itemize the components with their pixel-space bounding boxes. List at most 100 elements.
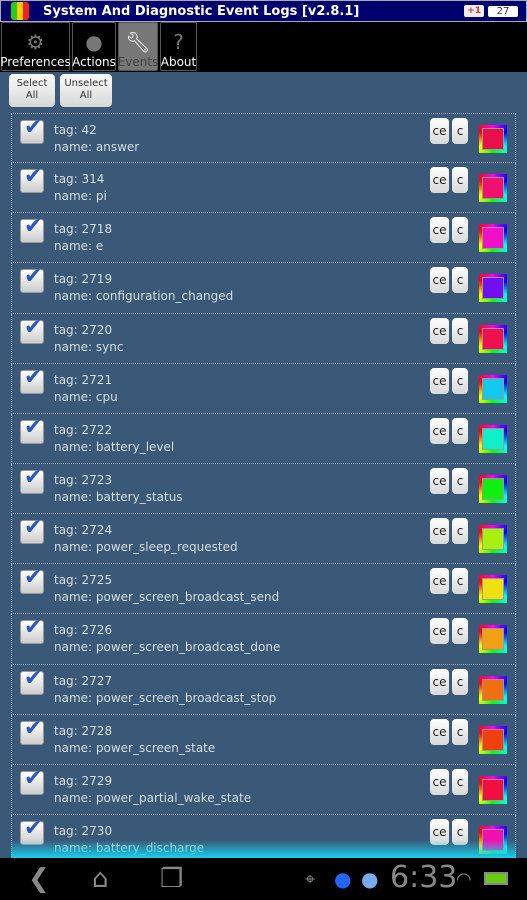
ce-button[interactable]: ce bbox=[430, 167, 449, 194]
c-button[interactable]: c bbox=[452, 467, 468, 494]
scroll-edge-glow bbox=[11, 840, 516, 858]
event-checkbox[interactable]: ✔ bbox=[20, 666, 44, 695]
event-checkbox[interactable]: ✔ bbox=[20, 615, 44, 645]
google-plus-button[interactable]: +1 bbox=[464, 5, 484, 17]
event-checkbox[interactable]: ✔ bbox=[20, 766, 44, 795]
ce-button[interactable]: ce bbox=[430, 768, 449, 795]
color-swatch[interactable] bbox=[479, 525, 507, 554]
tab-preferences[interactable]: ⚙ Preferences bbox=[0, 22, 71, 71]
c-button[interactable]: c bbox=[452, 718, 468, 745]
c-button[interactable]: c bbox=[452, 768, 468, 795]
event-row: ✔ tag: 2724 name: power_sleep_requested c… bbox=[11, 514, 516, 565]
c-button[interactable]: c bbox=[452, 217, 468, 244]
ce-button[interactable]: ce bbox=[430, 317, 449, 344]
c-button[interactable]: c bbox=[452, 118, 468, 144]
ce-button[interactable]: ce bbox=[430, 618, 449, 645]
event-checkbox[interactable]: ✔ bbox=[20, 164, 44, 194]
event-checkbox[interactable]: ✔ bbox=[20, 716, 44, 745]
ce-button[interactable]: ce bbox=[430, 417, 449, 444]
back-icon[interactable]: ❮ bbox=[28, 864, 50, 894]
c-button[interactable]: c bbox=[452, 167, 468, 194]
color-swatch[interactable] bbox=[479, 274, 507, 303]
event-list[interactable]: ✔ tag: 42 name: answer ce c ✔ tag: 314 nam… bbox=[11, 113, 516, 858]
c-button[interactable]: c bbox=[452, 568, 468, 595]
tab-actions[interactable]: ● Actions bbox=[72, 22, 116, 71]
c-button[interactable]: c bbox=[452, 518, 468, 545]
c-button[interactable]: c bbox=[452, 668, 468, 695]
event-checkbox[interactable]: ✔ bbox=[20, 315, 44, 344]
wifi-icon: ◠ bbox=[456, 868, 472, 890]
color-swatch[interactable] bbox=[479, 575, 507, 604]
recent-apps-icon[interactable]: ❐ bbox=[160, 864, 183, 894]
color-swatch[interactable] bbox=[479, 675, 507, 704]
event-tag: tag: 2724 bbox=[54, 523, 113, 538]
event-row: ✔ tag: 2722 name: battery_level ce c bbox=[11, 413, 516, 464]
event-checkbox[interactable]: ✔ bbox=[20, 365, 44, 394]
event-checkbox[interactable]: ✔ bbox=[20, 465, 44, 494]
color-swatch[interactable] bbox=[479, 625, 507, 654]
ce-button[interactable]: ce bbox=[430, 568, 449, 595]
event-row: ✔ tag: 314 name: pi ce c bbox=[11, 163, 516, 214]
event-row: ✔ tag: 2723 name: battery_status ce c bbox=[11, 463, 516, 515]
ce-button[interactable]: ce bbox=[430, 467, 449, 494]
color-swatch[interactable] bbox=[479, 224, 507, 253]
c-button[interactable]: c bbox=[452, 417, 468, 444]
color-fill bbox=[482, 277, 504, 300]
color-swatch[interactable] bbox=[479, 424, 507, 453]
ce-button[interactable]: ce bbox=[430, 718, 449, 745]
event-checkbox[interactable]: ✔ bbox=[20, 214, 44, 244]
event-name: name: power_screen_broadcast_done bbox=[54, 640, 281, 655]
checkmark-icon: ✔ bbox=[24, 515, 43, 541]
event-name: name: configuration_changed bbox=[54, 289, 234, 304]
color-swatch[interactable] bbox=[479, 374, 507, 403]
checkmark-icon: ✔ bbox=[24, 565, 43, 591]
color-swatch[interactable] bbox=[479, 125, 507, 153]
event-info: tag: 2719 name: configuration_changed bbox=[54, 271, 233, 305]
event-info: tag: 2718 name: e bbox=[54, 221, 112, 255]
event-checkbox[interactable]: ✔ bbox=[20, 565, 44, 595]
ce-button[interactable]: ce bbox=[430, 217, 449, 244]
event-name: name: pi bbox=[54, 189, 107, 204]
home-icon[interactable]: ⌂ bbox=[92, 864, 109, 894]
event-checkbox[interactable]: ✔ bbox=[20, 264, 44, 294]
unselect-all-button[interactable]: Unselect All bbox=[60, 74, 112, 107]
event-name: name: power_partial_wake_state bbox=[54, 790, 252, 805]
color-fill bbox=[482, 477, 504, 500]
event-row: ✔ tag: 2729 name: power_partial_wake_stat… bbox=[11, 764, 516, 815]
color-fill bbox=[482, 377, 504, 400]
event-name: name: battery_level bbox=[54, 439, 175, 454]
ce-button[interactable]: ce bbox=[430, 668, 449, 695]
color-swatch[interactable] bbox=[479, 324, 507, 353]
c-button[interactable]: c bbox=[452, 618, 468, 645]
tab-label: About bbox=[160, 55, 197, 69]
c-button[interactable]: c bbox=[452, 267, 468, 294]
event-info: tag: 2727 name: power_screen_broadcast_st… bbox=[54, 673, 276, 707]
event-info: tag: 314 name: pi bbox=[54, 171, 107, 205]
event-tag: tag: 2722 bbox=[54, 422, 113, 437]
notification-icon: ● bbox=[361, 867, 379, 891]
select-all-button[interactable]: Select All bbox=[9, 74, 55, 107]
ce-button[interactable]: ce bbox=[430, 518, 449, 545]
c-button[interactable]: c bbox=[452, 367, 468, 394]
event-name: name: answer bbox=[54, 140, 140, 154]
color-swatch[interactable] bbox=[479, 174, 507, 203]
c-button[interactable]: c bbox=[452, 317, 468, 344]
ce-button[interactable]: ce bbox=[430, 118, 449, 144]
ce-button[interactable]: ce bbox=[430, 267, 449, 294]
event-checkbox[interactable]: ✔ bbox=[20, 515, 44, 545]
event-checkbox[interactable]: ✔ bbox=[20, 115, 44, 144]
event-name: name: power_screen_broadcast_send bbox=[54, 590, 280, 605]
event-checkbox[interactable]: ✔ bbox=[20, 415, 44, 444]
event-tag: tag: 2720 bbox=[54, 322, 113, 337]
event-name: name: cpu bbox=[54, 389, 118, 404]
event-tag: tag: 2728 bbox=[54, 723, 113, 738]
color-swatch[interactable] bbox=[479, 474, 507, 503]
ce-button[interactable]: ce bbox=[430, 367, 449, 394]
color-swatch[interactable] bbox=[479, 775, 507, 804]
color-swatch[interactable] bbox=[479, 725, 507, 754]
tab-events[interactable]: 🔧︎ Events bbox=[118, 22, 158, 71]
color-fill bbox=[482, 177, 504, 200]
event-name: name: power_screen_state bbox=[54, 740, 216, 755]
tab-about[interactable]: ? About bbox=[160, 22, 197, 71]
checkmark-icon: ✔ bbox=[24, 665, 43, 691]
